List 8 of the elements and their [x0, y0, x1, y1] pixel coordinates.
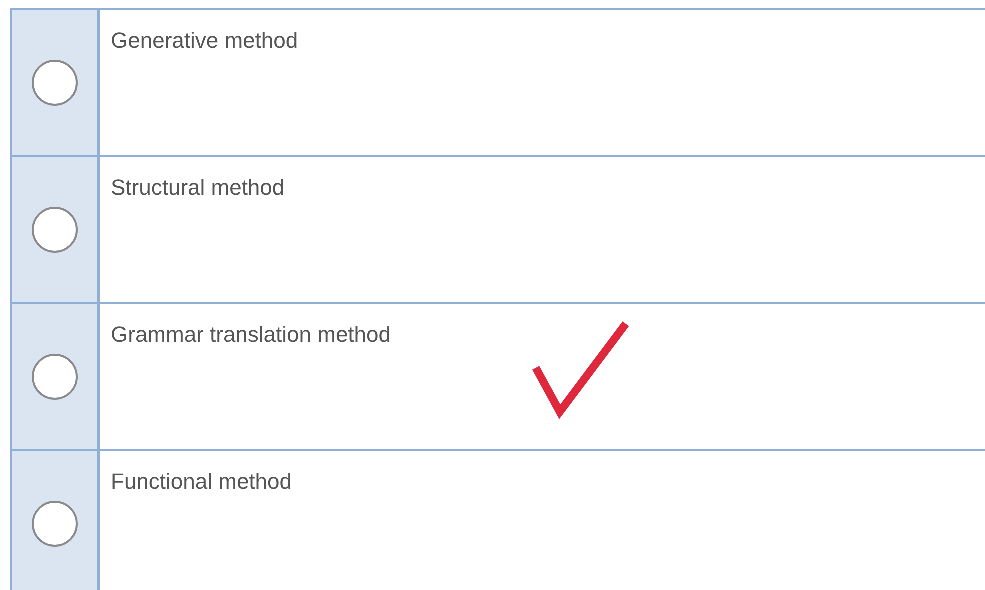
- radio-button[interactable]: [32, 206, 78, 252]
- option-label: Grammar translation method: [111, 322, 391, 347]
- radio-button[interactable]: [32, 354, 78, 400]
- option-label: Functional method: [111, 469, 292, 494]
- option-label: Generative method: [111, 28, 298, 53]
- option-label: Structural method: [111, 175, 285, 200]
- radio-button[interactable]: [32, 60, 78, 106]
- radio-button[interactable]: [32, 500, 78, 546]
